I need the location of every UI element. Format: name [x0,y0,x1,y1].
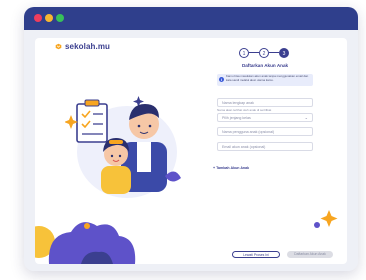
child-name-hint: Nama akan terlihat oleh anak di sertifik… [217,108,272,112]
grade-select[interactable]: Pilih jenjang kelas ⌄ [217,113,313,122]
content-card: sekolah.mu 1 2 3 Daftarkan Akun Anak i K… [35,38,347,264]
submit-button[interactable]: Daftarkan Akun Anak [287,251,333,258]
chevron-down-icon: ⌄ [304,115,308,120]
logo-mark-icon [55,43,62,50]
child-name-input[interactable]: Nama lengkap anak [217,98,313,107]
add-child-link[interactable]: + Tambah Akun Anak [213,166,249,170]
step-3-active: 3 [279,48,289,58]
step-2: 2 [259,48,269,58]
brand-name: sekolah.mu [65,42,111,51]
parent-child-illustration [65,96,181,198]
minimize-window-dot[interactable] [45,14,53,22]
info-icon: i [219,77,224,82]
skip-button[interactable]: Lewati Proses Ini [232,251,280,258]
brand-logo[interactable]: sekolah.mu [55,42,110,51]
maximize-window-dot[interactable] [56,14,64,22]
email-placeholder: Email akun anak (opsional) [222,145,266,149]
page-background: sekolah.mu 1 2 3 Daftarkan Akun Anak i K… [24,30,358,271]
info-text: Kamu bisa masukkan akun anak tanpa mengg… [226,74,309,82]
registration-stepper: 1 2 3 [239,46,291,60]
info-banner: i Kamu bisa masukkan akun anak tanpa men… [217,74,313,86]
close-window-dot[interactable] [34,14,42,22]
sparkle-icon [314,210,338,228]
child-name-placeholder: Nama lengkap anak [222,101,254,105]
username-input[interactable]: Nama pengguna anak (opsional) [217,127,313,136]
decorative-blob [35,222,136,264]
step-connector [249,52,259,53]
app-window: sekolah.mu 1 2 3 Daftarkan Akun Anak i K… [24,7,358,271]
username-placeholder: Nama pengguna anak (opsional) [222,130,275,134]
step-1: 1 [239,48,249,58]
email-input[interactable]: Email akun anak (opsional) [217,142,313,151]
step-connector [269,52,279,53]
form-title: Daftarkan Akun Anak [241,63,289,68]
grade-select-placeholder: Pilih jenjang kelas [222,116,251,120]
window-titlebar [24,7,358,30]
